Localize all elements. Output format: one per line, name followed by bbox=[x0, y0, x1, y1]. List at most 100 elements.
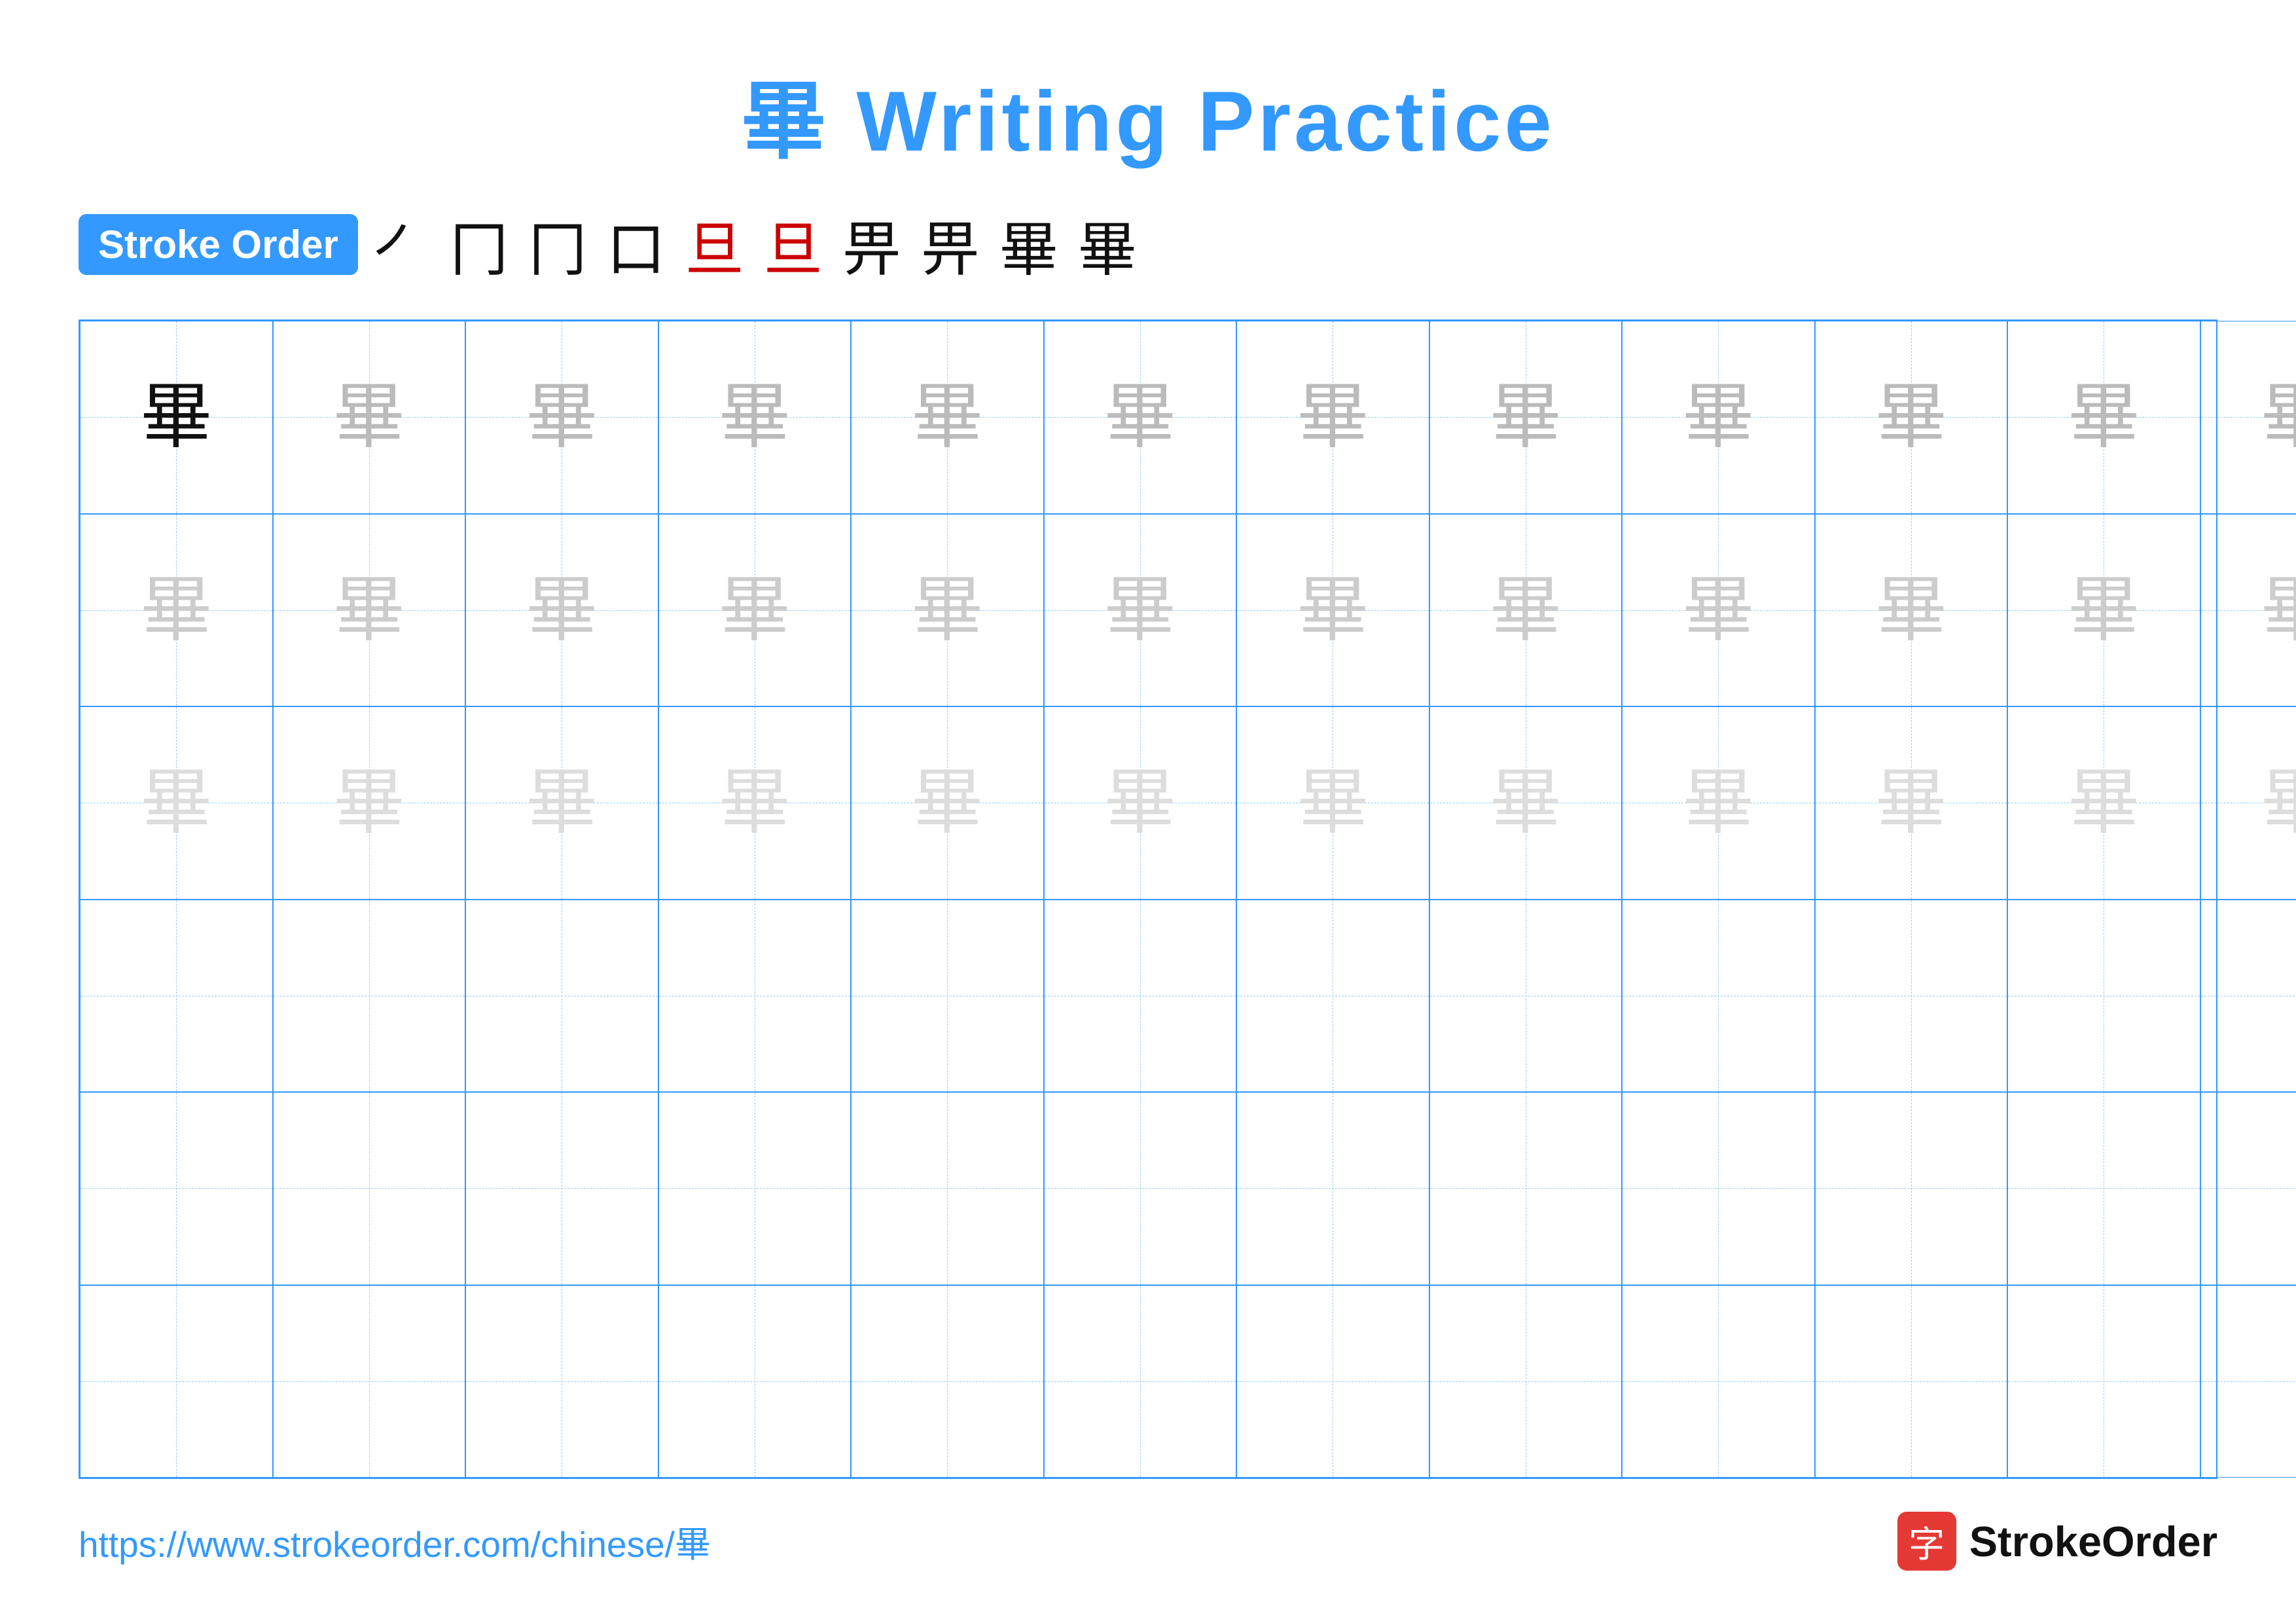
grid-cell bbox=[2007, 1285, 2200, 1478]
stroke-seq-7: 畀 bbox=[842, 202, 901, 287]
grid-char: 畢 bbox=[911, 574, 983, 646]
grid-cell: 畢 bbox=[1236, 706, 1429, 900]
grid-char: 畢 bbox=[526, 767, 598, 839]
grid-cell: 畢 bbox=[273, 321, 466, 514]
grid-cell bbox=[1429, 1285, 1623, 1478]
stroke-seq-6: 旦 bbox=[764, 202, 823, 287]
grid-cell: 畢 bbox=[1044, 321, 1237, 514]
grid-cell bbox=[1622, 900, 1815, 1093]
grid-cell: 畢 bbox=[1236, 514, 1429, 707]
grid-cell: 畢 bbox=[2200, 706, 2296, 900]
title-chinese: 畢 bbox=[741, 73, 829, 169]
grid-cell: 畢 bbox=[658, 706, 852, 900]
grid-cell bbox=[273, 1285, 466, 1478]
grid-char: 畢 bbox=[333, 574, 405, 646]
grid-cell: 畢 bbox=[1429, 514, 1623, 707]
stroke-seq-5: 旦 bbox=[685, 202, 744, 287]
grid-cell bbox=[1429, 1092, 1623, 1285]
grid-cell bbox=[1236, 1285, 1429, 1478]
grid-cell bbox=[1044, 1285, 1237, 1478]
grid-cell: 畢 bbox=[1815, 321, 2008, 514]
title-rest: Writing Practice bbox=[829, 73, 1554, 169]
grid-char: 畢 bbox=[1682, 574, 1754, 646]
grid-cell: 畢 bbox=[2200, 514, 2296, 707]
grid-char: 畢 bbox=[1875, 381, 1947, 453]
stroke-order-row: Stroke Order ㇒ 冂 冂 口 旦 旦 畀 畀 畢 畢 bbox=[79, 202, 2217, 287]
footer-logo: 字 StrokeOrder bbox=[1897, 1512, 2217, 1571]
grid-char: 畢 bbox=[719, 574, 791, 646]
grid-char: 畢 bbox=[140, 574, 212, 646]
grid-char: 畢 bbox=[1875, 574, 1947, 646]
grid-cell bbox=[1044, 900, 1237, 1093]
stroke-order-badge: Stroke Order bbox=[79, 214, 358, 275]
logo-text: StrokeOrder bbox=[1969, 1517, 2217, 1566]
grid-cell bbox=[1236, 1092, 1429, 1285]
grid-char: 畢 bbox=[719, 767, 791, 839]
grid-cell bbox=[658, 1092, 852, 1285]
grid-char: 畢 bbox=[2068, 381, 2140, 453]
grid-cell bbox=[80, 1285, 273, 1478]
grid-char: 畢 bbox=[1490, 381, 1562, 453]
grid-cell bbox=[273, 900, 466, 1093]
grid-cell bbox=[851, 1285, 1044, 1478]
grid-cell bbox=[851, 1092, 1044, 1285]
stroke-seq-2: 冂 bbox=[450, 202, 509, 287]
grid-cell: 畢 bbox=[80, 321, 273, 514]
grid-cell: 畢 bbox=[273, 706, 466, 900]
grid-cell: 畢 bbox=[1622, 514, 1815, 707]
grid-char: 畢 bbox=[1104, 767, 1176, 839]
grid-cell: 畢 bbox=[658, 321, 852, 514]
grid-cell bbox=[1236, 900, 1429, 1093]
footer-url: https://www.strokeorder.com/chinese/畢 bbox=[79, 1515, 711, 1567]
grid-cell: 畢 bbox=[1622, 321, 1815, 514]
grid-cell: 畢 bbox=[2007, 514, 2200, 707]
grid-cell bbox=[2200, 1092, 2296, 1285]
grid-cell: 畢 bbox=[1044, 514, 1237, 707]
grid-cell bbox=[1815, 1285, 2008, 1478]
grid-char: 畢 bbox=[1490, 767, 1562, 839]
stroke-seq-9: 畢 bbox=[999, 202, 1058, 287]
grid-char: 畢 bbox=[911, 381, 983, 453]
grid-cell bbox=[465, 900, 658, 1093]
grid-char: 畢 bbox=[2261, 574, 2296, 646]
grid-cell: 畢 bbox=[2007, 706, 2200, 900]
grid-cell bbox=[2200, 1285, 2296, 1478]
grid-char: 畢 bbox=[719, 381, 791, 453]
grid-cell: 畢 bbox=[851, 321, 1044, 514]
grid-cell: 畢 bbox=[273, 514, 466, 707]
grid-char: 畢 bbox=[1682, 767, 1754, 839]
grid-cell: 畢 bbox=[1429, 706, 1623, 900]
page: 畢 Writing Practice Stroke Order ㇒ 冂 冂 口 … bbox=[0, 0, 2296, 1623]
grid-cell: 畢 bbox=[1815, 706, 2008, 900]
grid-char: 畢 bbox=[1490, 574, 1562, 646]
grid-char: 畢 bbox=[140, 767, 212, 839]
grid-cell bbox=[1815, 900, 2008, 1093]
grid-char: 畢 bbox=[526, 574, 598, 646]
grid-char: 畢 bbox=[2068, 767, 2140, 839]
grid-cell bbox=[658, 900, 852, 1093]
grid-cell: 畢 bbox=[851, 514, 1044, 707]
grid-char: 畢 bbox=[911, 767, 983, 839]
grid-cell bbox=[2007, 900, 2200, 1093]
grid-cell: 畢 bbox=[658, 514, 852, 707]
logo-icon: 字 bbox=[1897, 1512, 1956, 1571]
grid-cell bbox=[1622, 1092, 1815, 1285]
grid-cell: 畢 bbox=[465, 706, 658, 900]
grid-cell bbox=[2200, 900, 2296, 1093]
stroke-seq-8: 畀 bbox=[921, 202, 980, 287]
grid-cell bbox=[2007, 1092, 2200, 1285]
grid-cell: 畢 bbox=[80, 514, 273, 707]
grid-char: 畢 bbox=[1875, 767, 1947, 839]
grid-char: 畢 bbox=[1297, 574, 1369, 646]
grid-cell bbox=[1622, 1285, 1815, 1478]
grid-char: 畢 bbox=[1682, 381, 1754, 453]
grid-char: 畢 bbox=[333, 767, 405, 839]
grid-char: 畢 bbox=[1297, 767, 1369, 839]
stroke-sequence: ㇒ 冂 冂 口 旦 旦 畀 畀 畢 畢 bbox=[371, 202, 1137, 287]
grid-cell bbox=[851, 900, 1044, 1093]
stroke-seq-4: 口 bbox=[607, 202, 666, 287]
grid-char: 畢 bbox=[140, 381, 212, 453]
stroke-seq-10: 畢 bbox=[1078, 202, 1137, 287]
grid-char: 畢 bbox=[2261, 767, 2296, 839]
stroke-seq-3: 冂 bbox=[528, 202, 587, 287]
